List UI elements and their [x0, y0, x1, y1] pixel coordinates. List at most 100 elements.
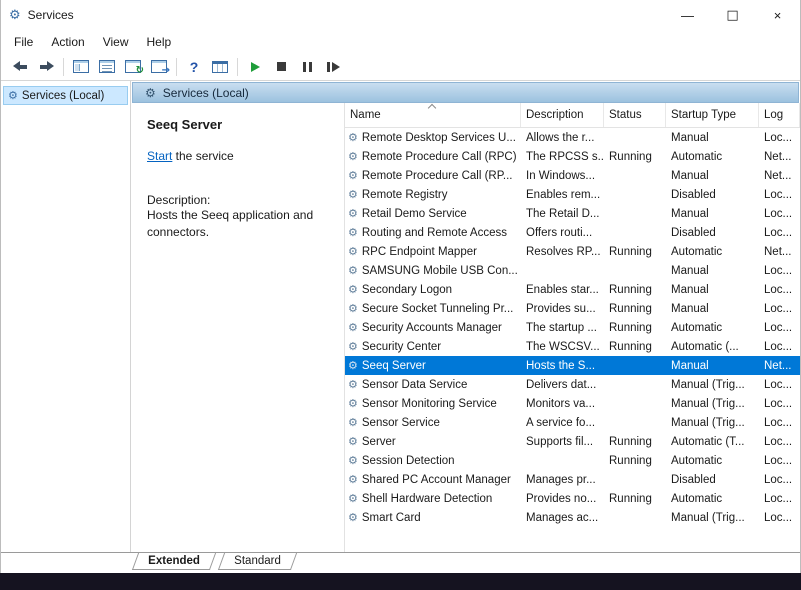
start-service-link[interactable]: Start [147, 149, 172, 163]
service-description: Resolves RP... [521, 242, 604, 261]
back-icon [13, 61, 28, 72]
service-startup-type: Manual [666, 204, 759, 223]
service-gear-icon: ⚙ [348, 321, 358, 334]
title-bar: ⚙ Services — □ × [1, 0, 800, 30]
pause-service-button[interactable] [294, 55, 320, 78]
table-row[interactable]: ⚙ Seeq Server Hosts the S... Manual Net.… [345, 356, 800, 375]
table-row[interactable]: ⚙ Remote Procedure Call (RPC) The RPCSS … [345, 147, 800, 166]
refresh-button[interactable]: ↻ [120, 55, 146, 78]
table-row[interactable]: ⚙ Secondary Logon Enables star... Runnin… [345, 280, 800, 299]
service-description: Manages pr... [521, 470, 604, 489]
column-header-status[interactable]: Status [604, 103, 666, 127]
table-row[interactable]: ⚙ Routing and Remote Access Offers routi… [345, 223, 800, 242]
service-name: Security Accounts Manager [362, 322, 502, 334]
console-tree-pane: ⚙ Services (Local) [1, 81, 131, 552]
service-log-on-as: Loc... [759, 489, 800, 508]
tab-extended[interactable]: Extended [132, 553, 216, 570]
service-status [604, 470, 666, 489]
properties-icon [99, 60, 115, 73]
menu-view[interactable]: View [94, 32, 138, 52]
service-status [604, 508, 666, 527]
stop-service-button[interactable] [268, 55, 294, 78]
service-log-on-as: Loc... [759, 470, 800, 489]
pane-header: ⚙ Services (Local) [132, 82, 799, 103]
service-description: The RPCSS s... [521, 147, 604, 166]
table-row[interactable]: ⚙ Sensor Service A service fo... Manual … [345, 413, 800, 432]
table-row[interactable]: ⚙ Remote Registry Enables rem... Disable… [345, 185, 800, 204]
start-service-button[interactable] [242, 55, 268, 78]
column-header-description[interactable]: Description [521, 103, 604, 127]
service-status: Running [604, 432, 666, 451]
table-row[interactable]: ⚙ Security Center The WSCSV... Running A… [345, 337, 800, 356]
toolbar-separator [63, 58, 64, 76]
service-description: Allows the r... [521, 128, 604, 147]
refresh-icon: ↻ [125, 60, 141, 73]
table-row[interactable]: ⚙ Smart Card Manages ac... Manual (Trig.… [345, 508, 800, 527]
service-status: Running [604, 489, 666, 508]
service-name: Remote Registry [362, 189, 448, 201]
service-name: Secure Socket Tunneling Pr... [362, 303, 514, 315]
menu-help[interactable]: Help [138, 32, 181, 52]
show-console-tree-button[interactable] [68, 55, 94, 78]
table-row[interactable]: ⚙ Shell Hardware Detection Provides no..… [345, 489, 800, 508]
service-startup-type: Disabled [666, 470, 759, 489]
tree-item-services-local[interactable]: ⚙ Services (Local) [3, 86, 128, 105]
service-startup-type: Manual (Trig... [666, 508, 759, 527]
service-startup-type: Automatic [666, 451, 759, 470]
table-row[interactable]: ⚙ Session Detection Running Automatic Lo… [345, 451, 800, 470]
service-description: Enables rem... [521, 185, 604, 204]
service-action-suffix: the service [172, 149, 233, 163]
service-name: Routing and Remote Access [362, 227, 507, 239]
service-description: Monitors va... [521, 394, 604, 413]
column-header-startup-type[interactable]: Startup Type [666, 103, 759, 127]
table-row[interactable]: ⚙ Sensor Data Service Delivers dat... Ma… [345, 375, 800, 394]
service-name: Shared PC Account Manager [362, 474, 511, 486]
service-log-on-as: Loc... [759, 185, 800, 204]
table-row[interactable]: ⚙ RPC Endpoint Mapper Resolves RP... Run… [345, 242, 800, 261]
service-status [604, 413, 666, 432]
service-gear-icon: ⚙ [348, 492, 358, 505]
menu-file[interactable]: File [5, 32, 42, 52]
table-row[interactable]: ⚙ Secure Socket Tunneling Pr... Provides… [345, 299, 800, 318]
table-header: Name Description Status Startup Type [345, 103, 800, 128]
service-description [521, 451, 604, 470]
table-row[interactable]: ⚙ Security Accounts Manager The startup … [345, 318, 800, 337]
table-row[interactable]: ⚙ Server Supports fil... Running Automat… [345, 432, 800, 451]
service-log-on-as: Net... [759, 356, 800, 375]
service-description [521, 261, 604, 280]
restart-service-button[interactable] [320, 55, 346, 78]
close-button[interactable]: × [755, 0, 800, 30]
service-startup-type: Manual (Trig... [666, 375, 759, 394]
forward-button[interactable] [33, 55, 59, 78]
menu-action[interactable]: Action [42, 32, 93, 52]
help-button[interactable]: ? [181, 55, 207, 78]
service-log-on-as: Loc... [759, 413, 800, 432]
properties-button[interactable] [94, 55, 120, 78]
service-log-on-as: Net... [759, 166, 800, 185]
table-row[interactable]: ⚙ Remote Desktop Services U... Allows th… [345, 128, 800, 147]
tab-standard[interactable]: Standard [218, 553, 297, 570]
service-startup-type: Manual [666, 128, 759, 147]
service-name: Sensor Monitoring Service [362, 398, 497, 410]
column-header-log-on-as[interactable]: Log [759, 103, 800, 127]
list-view-button[interactable] [207, 55, 233, 78]
service-name: Smart Card [362, 512, 421, 524]
service-name: Remote Procedure Call (RPC) [362, 151, 517, 163]
table-row[interactable]: ⚙ Retail Demo Service The Retail D... Ma… [345, 204, 800, 223]
service-description: Enables star... [521, 280, 604, 299]
service-name: RPC Endpoint Mapper [362, 246, 477, 258]
back-button[interactable] [7, 55, 33, 78]
maximize-button[interactable]: □ [710, 0, 755, 30]
export-list-button[interactable]: → [146, 55, 172, 78]
table-row[interactable]: ⚙ Shared PC Account Manager Manages pr..… [345, 470, 800, 489]
minimize-button[interactable]: — [665, 0, 710, 30]
service-status: Running [604, 451, 666, 470]
service-gear-icon: ⚙ [348, 264, 358, 277]
table-row[interactable]: ⚙ Remote Procedure Call (RP... In Window… [345, 166, 800, 185]
column-header-name[interactable]: Name [345, 103, 521, 127]
restart-service-icon [327, 62, 340, 72]
description-text: Hosts the Seeq application and connector… [147, 207, 329, 242]
service-gear-icon: ⚙ [348, 207, 358, 220]
table-row[interactable]: ⚙ Sensor Monitoring Service Monitors va.… [345, 394, 800, 413]
table-row[interactable]: ⚙ SAMSUNG Mobile USB Con... Manual Loc..… [345, 261, 800, 280]
